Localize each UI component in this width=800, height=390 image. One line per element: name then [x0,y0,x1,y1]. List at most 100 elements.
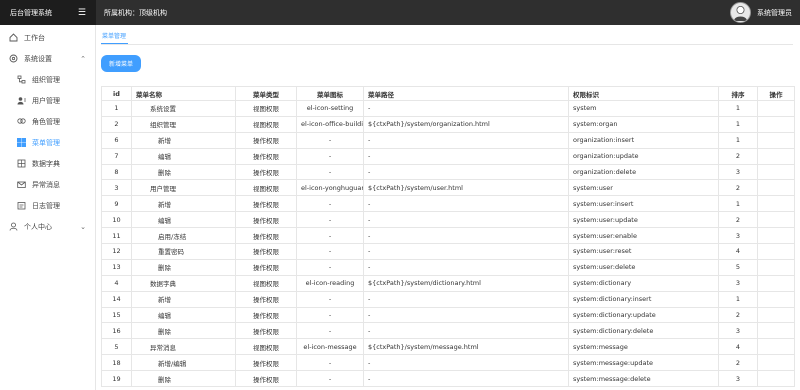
cell-menu-path: - [363,290,569,308]
cell-id: 13 [101,258,132,276]
cell-permission: system:user:reset [568,243,719,260]
cell-permission: system:user:delete [568,258,719,276]
cell-menu-icon: el-icon-setting [296,100,364,117]
cell-menu-icon: - [296,322,364,340]
cell-menu-icon: - [296,243,364,260]
cell-menu-name: 异常消息 [131,338,236,356]
cell-actions [757,100,795,117]
menu-table: id 菜单名称 菜单类型 菜单图标 菜单路径 权限标识 排序 操作 1 系统设置视… [101,86,795,388]
sidebar-item-roles[interactable]: 角色管理 [0,111,95,132]
sidebar-item-label: 系统设置 [24,54,52,63]
table-row[interactable]: 10 编辑 操作权限 - - system:user:update 2 [101,211,795,229]
table-row[interactable]: 11 启用/冻结 操作权限 - - system:user:enable 3 [101,227,795,245]
cell-permission: system:user:update [568,211,719,229]
cell-menu-type: 视图权限 [235,338,297,356]
cell-sort: 1 [718,100,758,117]
home-icon [9,33,18,42]
table-row[interactable]: 7 编辑 操作权限 - - organization:update 2 [101,147,795,165]
cell-menu-type: 操作权限 [235,322,297,340]
username[interactable]: 系统管理员 [757,8,792,18]
cell-menu-icon: el-icon-reading [296,274,364,292]
table-row[interactable]: 5 异常消息 视图权限 el-icon-message ${ctxPath}/syste… [101,338,795,356]
table-row[interactable]: 4 数据字典 视图权限 el-icon-reading ${ctxPath}/syste… [101,274,795,292]
table-row[interactable]: 1 系统设置 视图权限 el-icon-setting - system 1 [101,100,795,117]
table-row[interactable]: 2组织管理视图权限el-icon-office-building${ctxPat… [101,115,795,133]
cell-permission: system:dictionary [568,274,719,292]
sidebar-item-organization[interactable]: 组织管理 [0,69,95,90]
cell-menu-name: 编辑 [131,147,236,165]
cell-menu-icon: el-icon-yonghuguanli [296,179,364,197]
cell-actions [757,147,795,165]
cell-menu-path: ${ctxPath}/system/message.html [363,338,569,356]
sidebar-item-menus[interactable]: 菜单管理 [0,132,95,153]
cell-id: 1 [101,100,132,117]
cell-menu-path: - [363,211,569,229]
cell-menu-type: 操作权限 [235,354,297,372]
cell-menu-type: 操作权限 [235,258,297,276]
sidebar-item-dashboard[interactable]: 工作台 [0,27,95,48]
cell-menu-icon: el-icon-message [296,338,364,356]
table-row[interactable]: 9 新增 操作权限 - - system:user:insert 1 [101,195,795,213]
table-row[interactable]: 6 新增 操作权限 - - organization:insert 1 [101,131,795,149]
cell-permission: system [568,100,719,117]
message-icon [17,180,26,189]
org-value[interactable]: 顶级机构 [139,8,167,18]
table-header-row: id 菜单名称 菜单类型 菜单图标 菜单路径 权限标识 排序 操作 [101,86,795,101]
cell-sort: 3 [718,370,758,388]
cell-menu-name: 新增 [131,290,236,308]
cell-actions [757,290,795,308]
sidebar-item-personal-center[interactable]: 个人中心 ⌄ [0,216,95,237]
sidebar-item-users[interactable]: 用户管理 [0,90,95,111]
cell-actions [757,131,795,149]
cell-menu-icon: - [296,147,364,165]
cell-menu-type: 操作权限 [235,131,297,149]
cell-menu-type: 操作权限 [235,163,297,181]
table-row[interactable]: 18 新增/编辑 操作权限 - - system:message:update 2 [101,354,795,372]
cell-permission: system:user [568,179,719,197]
table-row[interactable]: 15 编辑 操作权限 - - system:dictionary:update 2 [101,306,795,324]
add-menu-button[interactable]: 新增菜单 [101,55,142,72]
table-row[interactable]: 13 删除 操作权限 - - system:user:delete 5 [101,258,795,276]
sidebar-item-dictionary[interactable]: 数据字典 [0,153,95,174]
dictionary-icon [17,159,26,168]
sidebar-item-system-settings[interactable]: 系统设置 ⌃ [0,48,95,69]
cell-actions [757,322,795,340]
cell-actions [757,195,795,213]
tab-bar: 菜单管理 [101,25,793,45]
cell-menu-name: 启用/冻结 [131,227,236,245]
sidebar-item-messages[interactable]: 异常消息 [0,174,95,195]
table-row[interactable]: 19 删除 操作权限 - - system:message:delete 3 [101,370,795,388]
menu-toggle-icon[interactable]: ☰ [78,8,86,18]
sidebar-item-label: 组织管理 [32,75,60,84]
tab-menu-management[interactable]: 菜单管理 [101,31,129,44]
table-row[interactable]: 3 用户管理 视图权限 el-icon-yonghuguanli ${ctxPath}/… [101,179,795,197]
cell-menu-path: - [363,195,569,213]
table-row[interactable]: 14 新增 操作权限 - - system:dictionary:insert 1 [101,290,795,308]
top-header: 所属机构： 顶级机构 系统管理员 [96,0,800,25]
sidebar-item-logs[interactable]: 日志管理 [0,195,95,216]
cell-permission: system:message:update [568,354,719,372]
cell-menu-path: - [363,131,569,149]
cell-id: 14 [101,290,132,308]
cell-menu-type: 视图权限 [235,274,297,292]
cell-menu-name: 新增 [131,131,236,149]
cell-menu-icon: - [296,290,364,308]
cell-menu-icon: - [296,211,364,229]
column-header: 菜单图标 [296,86,364,101]
cell-actions [757,306,795,324]
cell-actions [757,243,795,260]
cell-id: 8 [101,163,132,181]
table-row[interactable]: 8 删除 操作权限 - - organization:delete 3 [101,163,795,181]
table-row[interactable]: 12 重置密码 操作权限 - - system:user:reset 4 [101,243,795,260]
avatar[interactable] [730,2,751,23]
column-header: 菜单路径 [363,86,569,101]
user-icon [17,96,26,105]
cell-menu-icon: - [296,163,364,181]
cell-menu-path: - [363,243,569,260]
cell-sort: 2 [718,179,758,197]
cell-menu-name: 删除 [131,258,236,276]
cell-sort: 1 [718,290,758,308]
table-row[interactable]: 16 删除 操作权限 - - system:dictionary:delete 3 [101,322,795,340]
cell-id: 12 [101,243,132,260]
user-menu[interactable]: 系统管理员 [730,2,792,23]
